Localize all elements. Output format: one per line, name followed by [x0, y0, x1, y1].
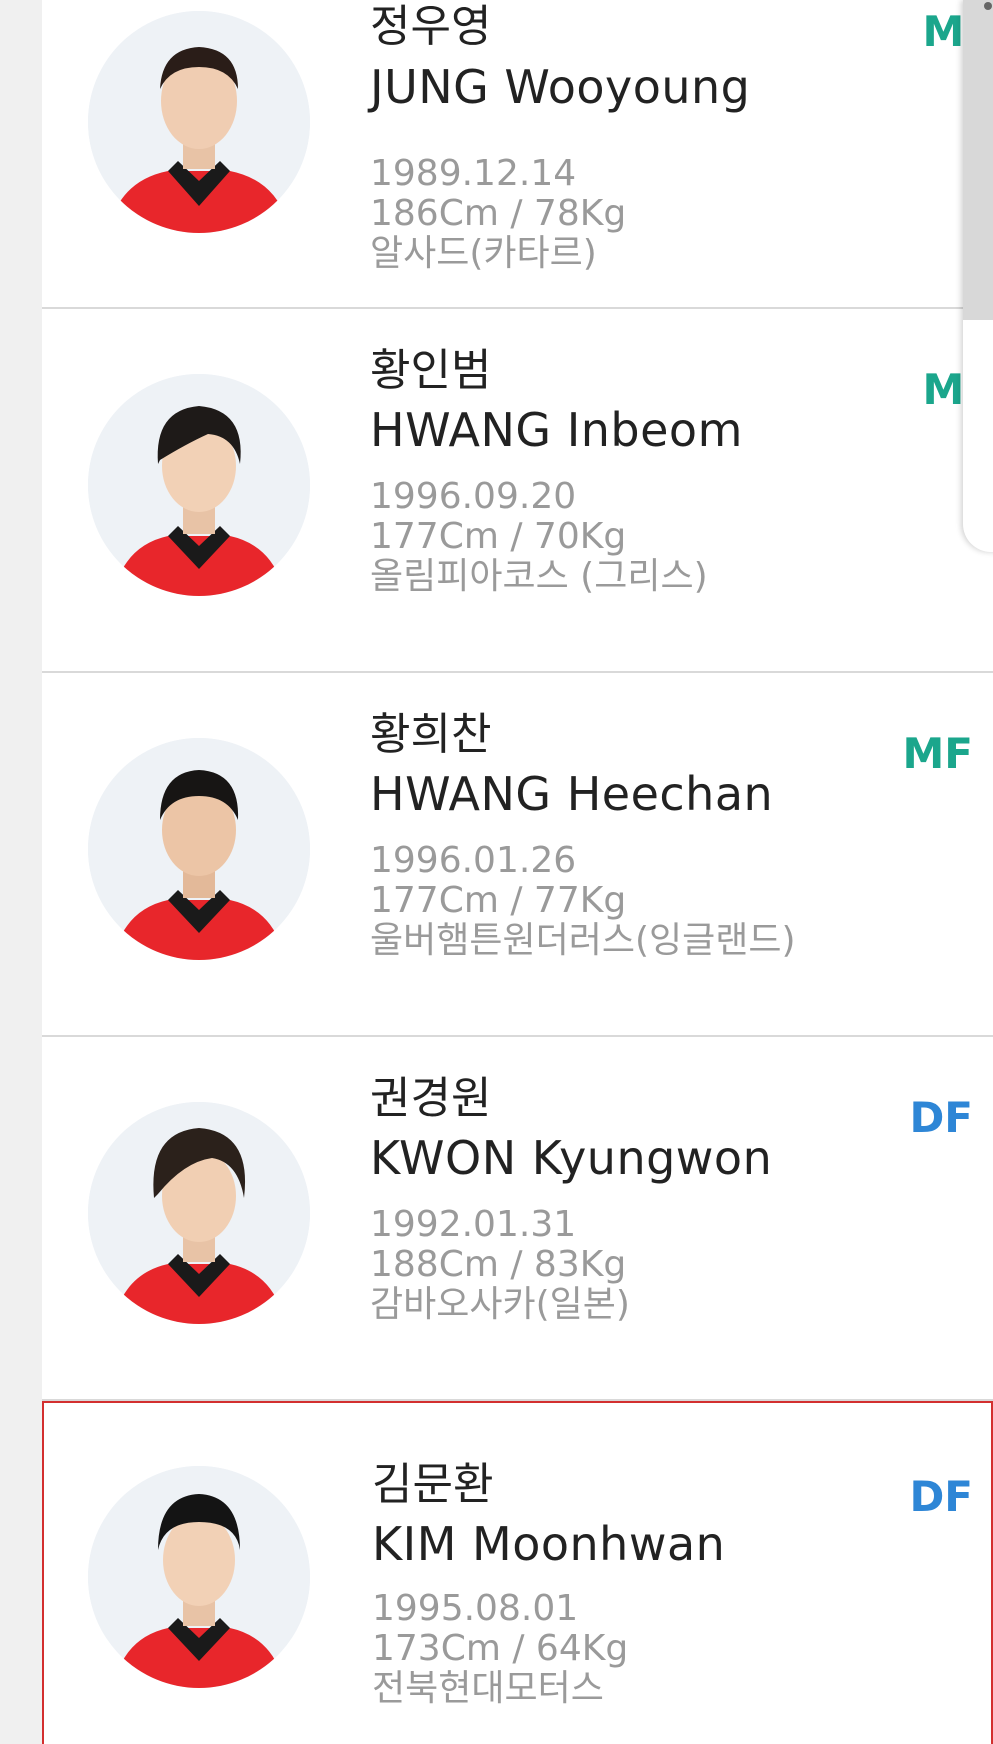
player-photo — [88, 1102, 310, 1324]
player-club: 전북현대모터스 — [372, 1668, 604, 1709]
player-card[interactable]: 황인범 HWANG Inbeom 1996.09.20 177Cm / 70Kg… — [42, 309, 993, 673]
player-birthdate: 1995.08.01 — [372, 1588, 579, 1629]
player-name-korean: 황인범 — [370, 345, 492, 396]
player-card[interactable]: 정우영 JUNG Wooyoung 1989.12.14 186Cm / 78K… — [42, 0, 993, 309]
player-birthdate: 1996.01.26 — [370, 840, 577, 881]
player-avatar-icon — [88, 1102, 310, 1324]
player-list-page: 정우영 JUNG Wooyoung 1989.12.14 186Cm / 78K… — [0, 0, 993, 1744]
player-photo — [88, 1466, 310, 1688]
position-badge: DF — [909, 1472, 973, 1521]
player-club: 알사드(카타르) — [370, 233, 597, 274]
player-card[interactable]: 황희찬 HWANG Heechan 1996.01.26 177Cm / 77K… — [42, 673, 993, 1037]
player-name-korean: 정우영 — [370, 1, 492, 52]
player-details: 1995.08.01 173Cm / 64Kg 전북현대모터스 — [372, 1589, 628, 1709]
player-name-korean: 황희찬 — [370, 709, 492, 760]
player-name-english: HWANG Heechan — [370, 767, 774, 821]
player-details: 1996.09.20 177Cm / 70Kg 올림피아코스 (그리스) — [370, 477, 708, 597]
player-height-weight: 186Cm / 78Kg — [370, 193, 627, 234]
player-birthdate: 1996.09.20 — [370, 476, 577, 517]
position-badge: DF — [909, 1093, 973, 1142]
player-avatar-icon — [88, 11, 310, 233]
player-photo — [88, 374, 310, 596]
player-height-weight: 173Cm / 64Kg — [372, 1628, 629, 1669]
player-avatar-icon — [88, 738, 310, 960]
player-name-korean: 김문환 — [372, 1459, 494, 1510]
player-avatar-icon — [88, 374, 310, 596]
player-details: 1989.12.14 186Cm / 78Kg 알사드(카타르) — [370, 154, 626, 274]
player-list: 정우영 JUNG Wooyoung 1989.12.14 186Cm / 78K… — [42, 0, 993, 1744]
player-club: 울버햄튼원더러스(잉글랜드) — [370, 920, 796, 961]
player-details: 1996.01.26 177Cm / 77Kg 울버햄튼원더러스(잉글랜드) — [370, 841, 796, 961]
player-height-weight: 188Cm / 83Kg — [370, 1244, 627, 1285]
menu-dot-icon[interactable] — [984, 2, 992, 10]
player-name-english: KIM Moonhwan — [372, 1517, 726, 1571]
player-height-weight: 177Cm / 77Kg — [370, 880, 627, 921]
player-birthdate: 1992.01.31 — [370, 1204, 577, 1245]
player-name-english: JUNG Wooyoung — [370, 60, 751, 114]
player-name-english: KWON Kyungwon — [370, 1131, 773, 1185]
player-club: 감바오사카(일본) — [370, 1284, 630, 1325]
player-details: 1992.01.31 188Cm / 83Kg 감바오사카(일본) — [370, 1205, 630, 1325]
player-photo — [88, 11, 310, 233]
player-name-english: HWANG Inbeom — [370, 403, 743, 457]
player-card[interactable]: 권경원 KWON Kyungwon 1992.01.31 188Cm / 83K… — [42, 1037, 993, 1401]
player-club: 올림피아코스 (그리스) — [370, 556, 708, 597]
player-height-weight: 177Cm / 70Kg — [370, 516, 627, 557]
player-avatar-icon — [88, 1466, 310, 1688]
player-card-selected[interactable]: 김문환 KIM Moonhwan 1995.08.01 173Cm / 64Kg… — [42, 1401, 993, 1744]
player-name-korean: 권경원 — [370, 1073, 492, 1124]
player-birthdate: 1989.12.14 — [370, 153, 577, 194]
player-photo — [88, 738, 310, 960]
position-badge: MF — [902, 729, 974, 778]
scrollbar[interactable] — [963, 0, 993, 320]
